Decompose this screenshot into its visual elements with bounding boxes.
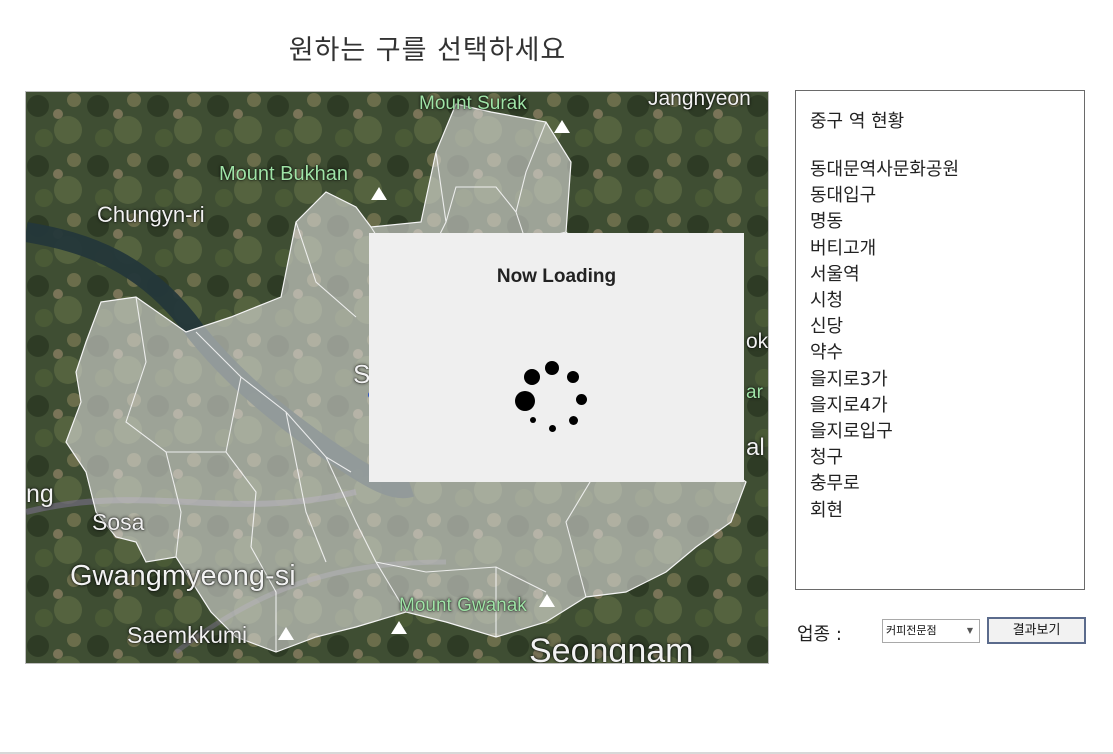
list-item: 버티고개 — [810, 237, 877, 259]
mountain-peak-icon — [539, 594, 555, 607]
list-item: 신당 — [810, 316, 844, 338]
label-sosa: Sosa — [92, 509, 145, 535]
list-item: 동대입구 — [810, 185, 877, 207]
list-item: 충무로 — [810, 473, 860, 495]
mountain-peak-icon — [391, 621, 407, 634]
mountain-peak-icon — [278, 627, 294, 640]
industry-select[interactable]: 커피전문점 ▼ — [882, 619, 980, 643]
label-right-partial-2: ar — [746, 382, 763, 403]
label-gwangmyeong: Gwangmyeong-si — [70, 560, 296, 592]
list-item: 서울역 — [810, 263, 860, 285]
label-chungyn-ri: Chungyn-ri — [97, 202, 205, 227]
label-mount-bukhan: Mount Bukhan — [219, 163, 348, 185]
view-results-button[interactable]: 결과보기 — [987, 617, 1086, 644]
label-mount-surak: Mount Surak — [419, 93, 527, 114]
industry-label: 업종 : — [797, 624, 842, 645]
label-mount-gwanak: Mount Gwanak — [399, 595, 527, 616]
mountain-peak-icon — [554, 120, 570, 133]
loading-spinner-icon — [514, 361, 594, 441]
station-list: 동대문역사문화공원 동대입구 명동 버티고개 서울역 시청 신당 약수 을지로3… — [810, 157, 959, 524]
list-item: 명동 — [810, 211, 844, 233]
list-item: 회현 — [810, 499, 844, 521]
list-item: 시청 — [810, 290, 844, 312]
label-janghyeon: Janghyeon — [648, 91, 751, 110]
label-gimpo-partial: ng — [26, 480, 54, 508]
label-seongnam: Seongnam — [529, 632, 694, 664]
page-title: 원하는 구를 선택하세요 — [288, 35, 567, 66]
list-item: 동대문역사문화공원 — [810, 159, 960, 180]
label-right-partial-1: ok — [746, 330, 769, 353]
loading-overlay: Now Loading — [369, 233, 744, 482]
label-saemkkumi: Saemkkumi — [127, 622, 248, 648]
list-item: 을지로4가 — [810, 394, 888, 416]
list-item: 약수 — [810, 342, 844, 364]
list-item: 청구 — [810, 447, 844, 469]
mountain-peak-icon — [371, 187, 387, 200]
station-status-panel: 중구 역 현황 동대문역사문화공원 동대입구 명동 버티고개 서울역 시청 신당… — [795, 90, 1085, 590]
industry-select-value: 커피전문점 — [886, 624, 937, 637]
station-panel-title: 중구 역 현황 — [810, 111, 905, 132]
loading-text: Now Loading — [496, 266, 617, 287]
label-seoul-partial: S — [353, 359, 371, 389]
seoul-district-map[interactable]: Mount Surak Janghyeon Mount Bukhan Chung… — [25, 91, 769, 664]
list-item: 을지로입구 — [810, 421, 893, 443]
chevron-down-icon: ▼ — [966, 626, 973, 635]
label-right-partial-3: al — [746, 434, 765, 461]
list-item: 을지로3가 — [810, 368, 888, 390]
